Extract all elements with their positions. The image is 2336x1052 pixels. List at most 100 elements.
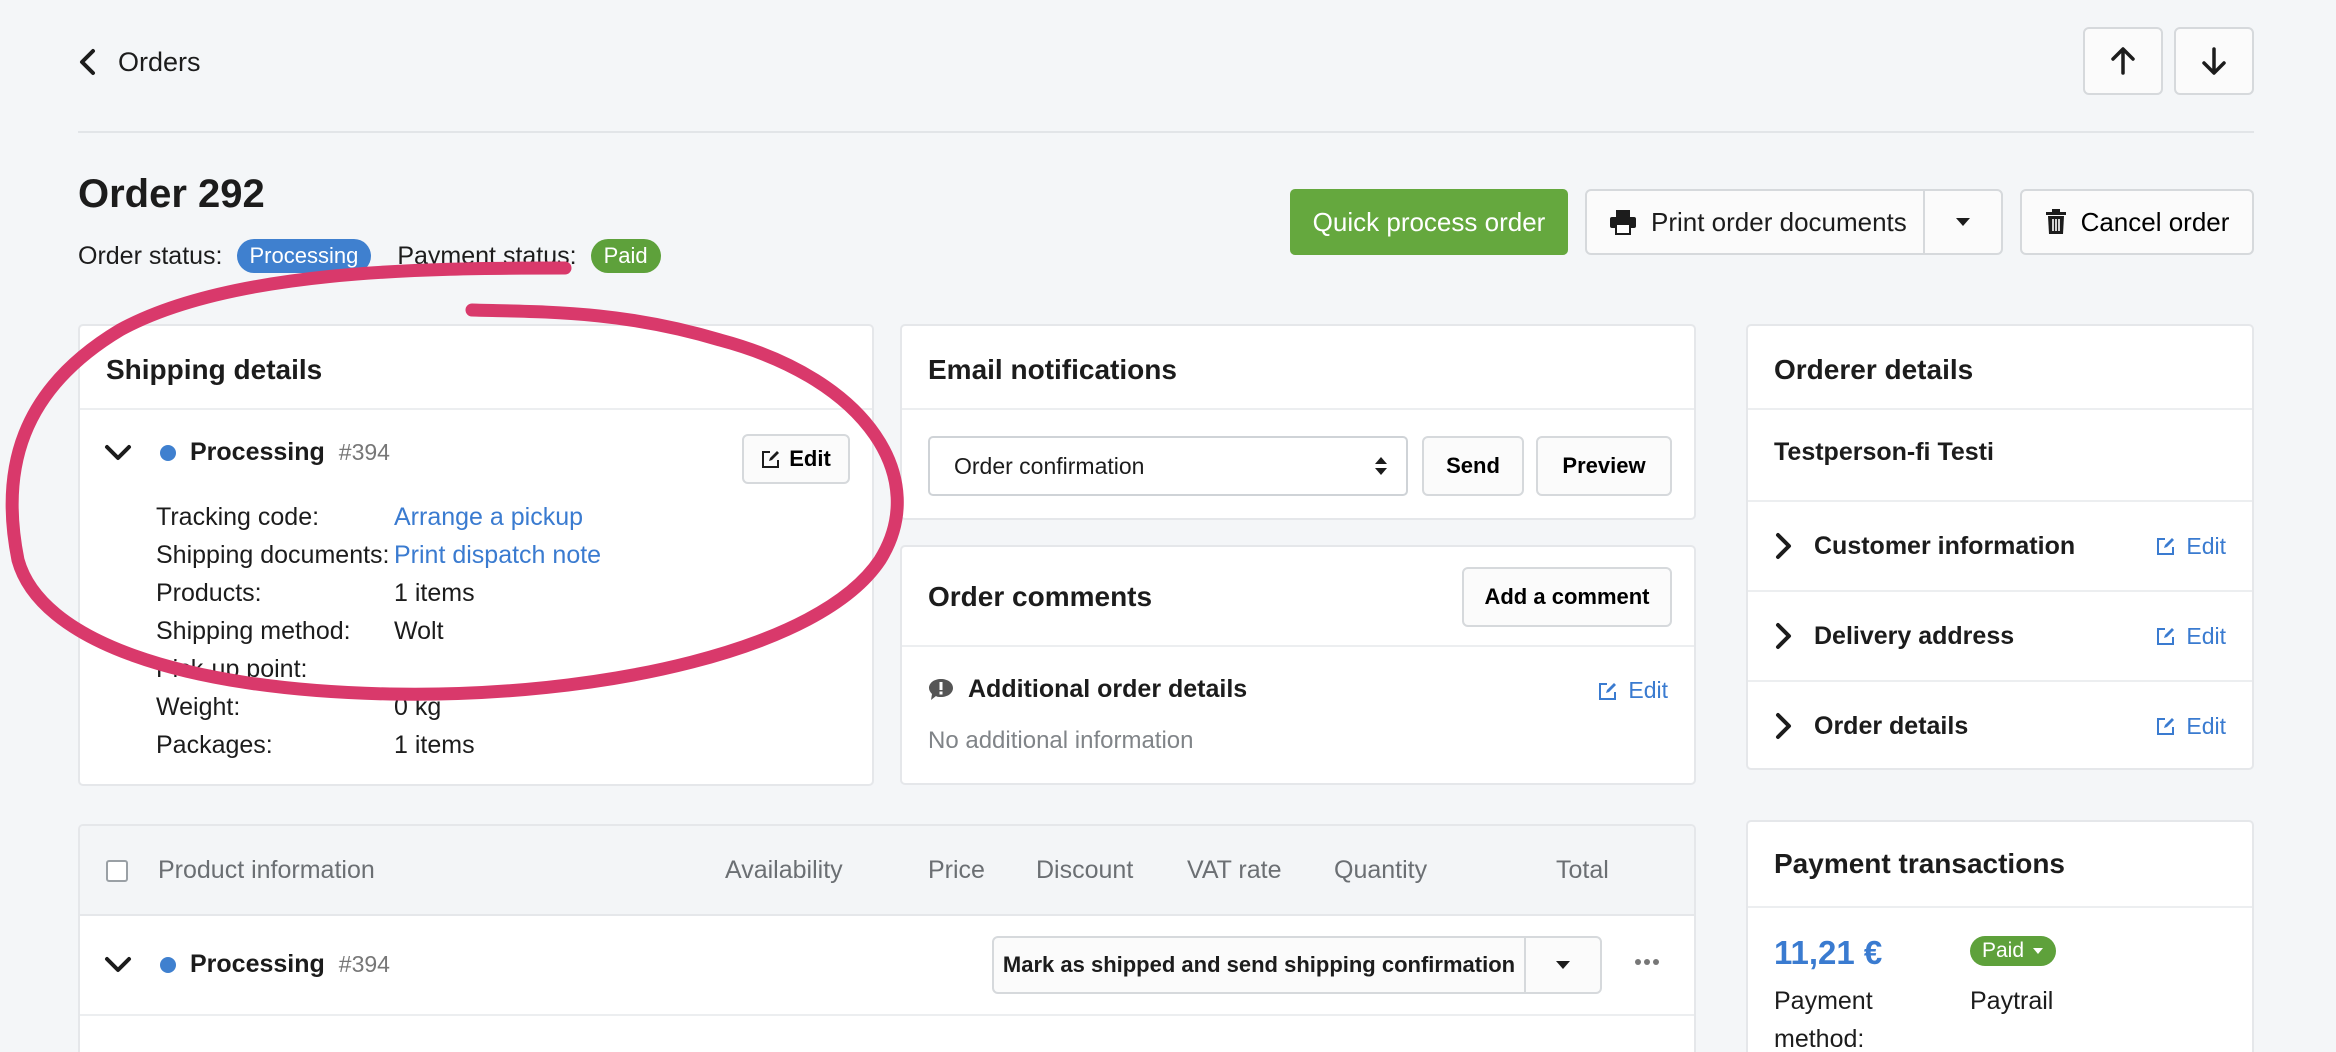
section-label: Delivery address: [1814, 621, 2015, 650]
additional-details-title: Additional order details: [968, 675, 1248, 703]
detail-value: 0 kg: [394, 693, 442, 721]
card-divider: [902, 645, 1694, 647]
caret-down-icon: [1556, 961, 1570, 969]
caret-down-icon: [2033, 948, 2044, 954]
customer-information-section[interactable]: Customer information Edit: [1748, 500, 2252, 590]
orderer-details-title: Orderer details: [1774, 354, 1974, 385]
select-all-checkbox[interactable]: [106, 860, 128, 882]
edit-icon: [2157, 538, 2175, 555]
detail-label: Tracking code:: [156, 503, 320, 531]
cancel-order-button[interactable]: Cancel order: [2020, 189, 2254, 255]
edit-customer-information-link[interactable]: Edit: [2156, 533, 2226, 560]
column-header: Total: [1556, 856, 1609, 884]
edit-label: Edit: [1628, 677, 1668, 703]
detail-value: 1 items: [394, 579, 475, 607]
add-comment-button[interactable]: Add a comment: [1462, 567, 1672, 627]
section-label: Customer information: [1814, 531, 2076, 560]
column-header: VAT rate: [1187, 856, 1282, 884]
shipping-details-list: Tracking code: Arrange a pickup Shipping …: [156, 498, 601, 764]
edit-additional-details-link[interactable]: Edit: [1598, 677, 1668, 704]
shipping-details-card: Shipping details Processing #394 Edit Tr…: [78, 324, 874, 786]
arrow-up-icon: [2111, 47, 2135, 75]
back-to-orders-link[interactable]: Orders: [76, 40, 201, 84]
edit-icon: [2157, 628, 2175, 645]
back-label: Orders: [118, 46, 201, 77]
detail-label: Products:: [156, 579, 262, 607]
payment-transactions-card: Payment transactions 11,21 € Payment met…: [1746, 820, 2254, 1052]
chevron-down-icon[interactable]: [104, 439, 132, 467]
edit-order-details-link[interactable]: Edit: [2156, 713, 2226, 740]
chevron-right-icon: [1776, 533, 1791, 559]
page-title: Order 292: [78, 172, 265, 216]
mark-shipped-button[interactable]: Mark as shipped and send shipping confir…: [994, 938, 1526, 992]
edit-shipment-button[interactable]: Edit: [742, 434, 850, 484]
chevron-right-icon: [1776, 713, 1791, 739]
detail-label: Shipping method:: [156, 617, 351, 645]
arrow-down-icon: [2202, 47, 2226, 75]
printer-icon: [1610, 210, 1636, 235]
detail-value: 1 items: [394, 731, 475, 759]
arrange-pickup-link[interactable]: Arrange a pickup: [394, 498, 583, 536]
payment-provider: Paytrail: [1970, 987, 2054, 1015]
delivery-address-section[interactable]: Delivery address Edit: [1748, 590, 2252, 680]
print-options-dropdown-button[interactable]: [1925, 191, 2001, 253]
column-header: Product information: [158, 856, 375, 884]
group-number: #394: [338, 951, 390, 977]
chevron-right-icon: [1776, 623, 1791, 649]
mark-shipped-dropdown-button[interactable]: [1526, 938, 1600, 992]
print-dispatch-note-link[interactable]: Print dispatch note: [394, 536, 601, 574]
preview-email-button[interactable]: Preview: [1536, 436, 1672, 496]
shipping-details-title: Shipping details: [106, 354, 323, 385]
column-header: Discount: [1036, 856, 1134, 884]
print-order-documents-label: Print order documents: [1651, 206, 1907, 237]
header-divider: [78, 131, 2254, 133]
card-divider: [1748, 408, 2252, 410]
column-header: Availability: [725, 856, 843, 884]
email-template-select[interactable]: Order confirmation: [928, 436, 1408, 496]
payment-amount: 11,21 €: [1774, 934, 1883, 971]
tracking-code-row: Tracking code: Arrange a pickup: [156, 498, 601, 536]
detail-label: Weight:: [156, 693, 241, 721]
payment-method-label: Payment method:: [1774, 987, 1873, 1052]
edit-delivery-address-link[interactable]: Edit: [2156, 623, 2226, 650]
orderer-details-card: Orderer details Testperson-fi Testi Cust…: [1746, 324, 2254, 770]
column-header: Quantity: [1334, 856, 1428, 884]
card-divider: [80, 408, 872, 410]
more-options-icon[interactable]: [1634, 956, 1660, 968]
edit-label: Edit: [789, 446, 831, 471]
payment-status-badge: Paid: [590, 239, 661, 273]
order-status-badge: Processing: [236, 239, 372, 273]
quick-process-order-button[interactable]: Quick process order: [1290, 189, 1568, 255]
detail-value: Wolt: [394, 617, 444, 645]
shipping-method-row: Shipping method: Wolt: [156, 612, 601, 650]
edit-label: Edit: [2186, 622, 2226, 649]
trash-icon: [2045, 209, 2066, 234]
caret-down-icon: [1956, 218, 1970, 226]
payment-transactions-title: Payment transactions: [1774, 848, 2065, 879]
next-order-button[interactable]: [2174, 27, 2254, 95]
chevron-down-icon[interactable]: [104, 951, 132, 979]
print-order-documents-split-button: Print order documents: [1585, 189, 2003, 255]
comment-exclamation-icon: [929, 678, 953, 700]
status-dot: [160, 444, 176, 461]
payment-status-dropdown[interactable]: Paid: [1970, 936, 2057, 966]
detail-label: Shipping documents:: [156, 541, 390, 569]
orderer-name: Testperson-fi Testi: [1774, 438, 1994, 466]
print-order-documents-button[interactable]: Print order documents: [1587, 191, 1925, 253]
row-divider: [80, 1014, 1694, 1016]
order-details-section[interactable]: Order details Edit: [1748, 680, 2252, 770]
order-status-label: Order status:: [78, 241, 223, 270]
previous-order-button[interactable]: [2083, 27, 2163, 95]
shipment-number: #394: [338, 439, 390, 465]
selected-template: Order confirmation: [954, 452, 1145, 479]
section-label: Order details: [1814, 711, 1969, 740]
email-notifications-title: Email notifications: [928, 354, 1177, 385]
shipping-documents-row: Shipping documents: Print dispatch note: [156, 536, 601, 574]
chevron-left-icon: [80, 49, 95, 75]
shipment-group-row: Processing #394: [104, 950, 390, 979]
order-comments-title: Order comments: [928, 581, 1153, 612]
shipment-header: Processing #394: [104, 438, 390, 467]
send-email-button[interactable]: Send: [1422, 436, 1524, 496]
card-divider: [1748, 906, 2252, 908]
weight-row: Weight: 0 kg: [156, 688, 601, 726]
